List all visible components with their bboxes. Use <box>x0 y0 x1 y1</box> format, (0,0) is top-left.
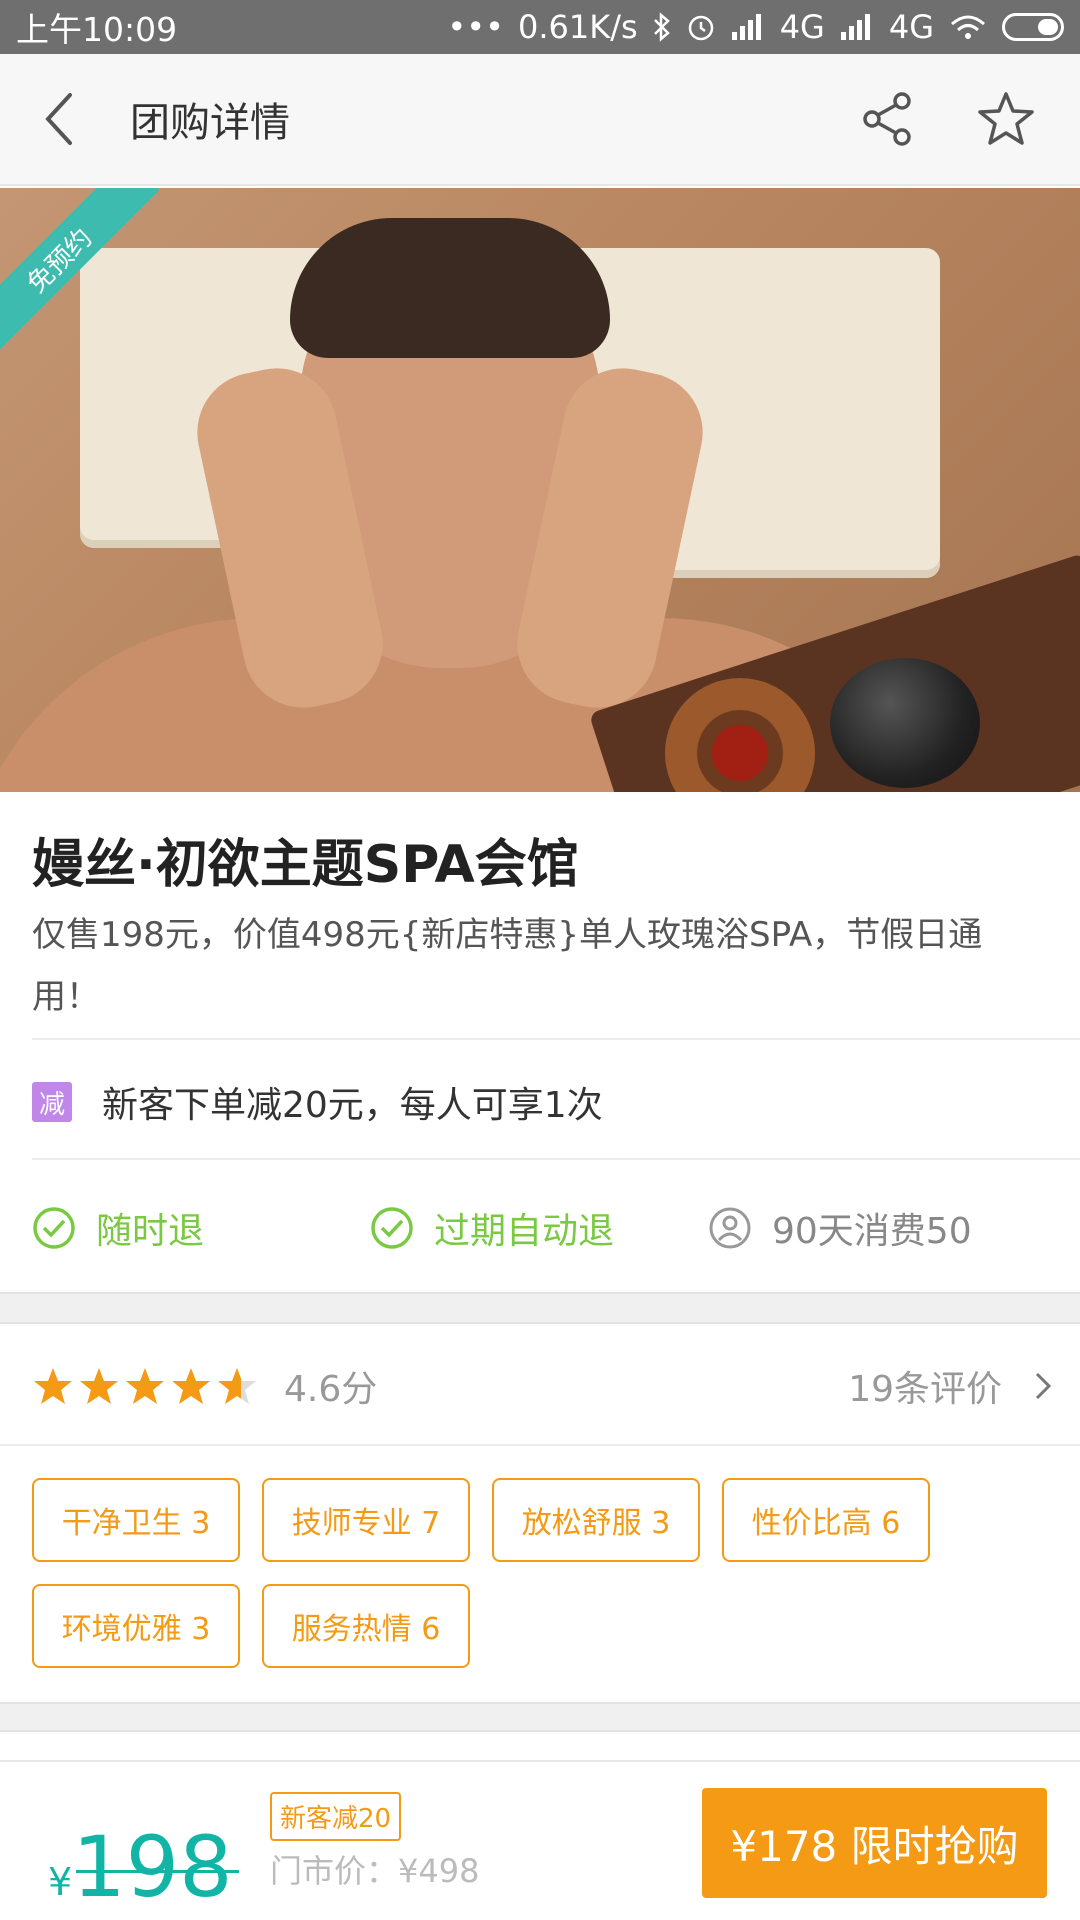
guarantee-refund-anytime: 随时退 <box>32 1202 204 1254</box>
user-circle-icon <box>709 1207 751 1249</box>
hero-image[interactable]: 免预约 <box>0 188 1080 792</box>
divider <box>32 1038 1080 1040</box>
review-tag[interactable]: 放松舒服 3 <box>492 1478 700 1562</box>
guarantees-row: 随时退 过期自动退 90天消费50 <box>32 1202 1072 1262</box>
promo-row: 减 新客下单减20元，每人可享1次 <box>32 1076 603 1128</box>
status-icons: ••• 0.61K/s 4G 4G <box>447 8 1064 46</box>
price-value: 198 <box>72 1818 239 1916</box>
star-filled-icon <box>34 1368 72 1404</box>
review-tag[interactable]: 技师专业 7 <box>262 1478 470 1562</box>
share-icon <box>863 92 911 146</box>
back-button[interactable] <box>0 53 120 185</box>
signal-icon <box>731 14 761 40</box>
battery-icon <box>1002 13 1064 41</box>
guarantee-label: 90天消费50 <box>772 1211 972 1252</box>
buy-now-button[interactable]: ¥178 限时抢购 <box>702 1788 1047 1898</box>
wifi-icon <box>951 15 985 39</box>
more-dots-icon: ••• <box>447 8 504 46</box>
shop-name: 嫚丝·初欲主题SPA会馆 <box>32 835 579 895</box>
discount-badge: 减 <box>32 1082 72 1122</box>
star-outline-icon <box>978 92 1034 145</box>
alarm-icon <box>688 15 713 41</box>
title-bar: 团购详情 <box>0 54 1080 186</box>
reviews-link[interactable]: 19条评价 <box>848 1360 1052 1412</box>
rating-row[interactable]: 4.6分 19条评价 <box>32 1356 1052 1416</box>
review-tag[interactable]: 环境优雅 3 <box>32 1584 240 1668</box>
market-price: 门市价：¥498 <box>270 1852 480 1890</box>
reviews-count: 19条评价 <box>848 1369 1002 1410</box>
network-type-1: 4G <box>779 8 825 46</box>
signal-icon-2 <box>840 14 870 40</box>
guarantee-label: 随时退 <box>96 1211 205 1252</box>
review-tag[interactable]: 服务热情 6 <box>262 1584 470 1668</box>
status-bar: 上午10:09 ••• 0.61K/s 4G 4G <box>0 0 1080 54</box>
chevron-right-icon <box>1035 1372 1052 1400</box>
check-circle-icon <box>371 1207 413 1249</box>
promo-text: 新客下单减20元，每人可享1次 <box>102 1085 603 1126</box>
star-rating <box>32 1366 258 1406</box>
guarantee-auto-refund: 过期自动退 <box>370 1202 614 1254</box>
guarantee-consumption: 90天消费50 <box>708 1202 972 1254</box>
deal-price: ¥ 198 <box>48 1818 239 1916</box>
rating-score: 4.6分 <box>284 1369 378 1410</box>
hair-shape <box>290 218 610 358</box>
guarantee-label: 过期自动退 <box>434 1211 615 1252</box>
divider <box>0 1444 1080 1446</box>
section-gap <box>0 1292 1080 1324</box>
network-speed: 0.61K/s <box>518 8 638 46</box>
stones-shape <box>830 658 980 788</box>
star-filled-icon <box>172 1368 210 1404</box>
divider <box>32 1158 1080 1160</box>
bluetooth-icon <box>653 12 670 42</box>
share-button[interactable] <box>856 87 920 151</box>
currency-symbol: ¥ <box>48 1860 73 1904</box>
favorite-button[interactable] <box>974 87 1038 151</box>
star-filled-icon <box>80 1368 118 1404</box>
review-tag[interactable]: 干净卫生 3 <box>32 1478 240 1562</box>
section-gap <box>0 1702 1080 1732</box>
star-half-icon <box>218 1368 256 1404</box>
star-filled-icon <box>126 1368 164 1404</box>
status-time: 上午10:09 <box>16 10 178 49</box>
deal-description: 仅售198元，价值498元{新店特惠}单人玫瑰浴SPA，节假日通用！ <box>32 915 983 1017</box>
check-circle-icon <box>33 1207 75 1249</box>
back-arrow-icon <box>45 93 72 145</box>
network-type-2: 4G <box>888 8 934 46</box>
purchase-bar: ¥ 198 新客减20 门市价：¥498 ¥178 限时抢购 <box>0 1760 1080 1920</box>
new-customer-badge: 新客减20 <box>270 1792 402 1841</box>
page-title: 团购详情 <box>130 100 290 146</box>
review-tag[interactable]: 性价比高 6 <box>722 1478 930 1562</box>
